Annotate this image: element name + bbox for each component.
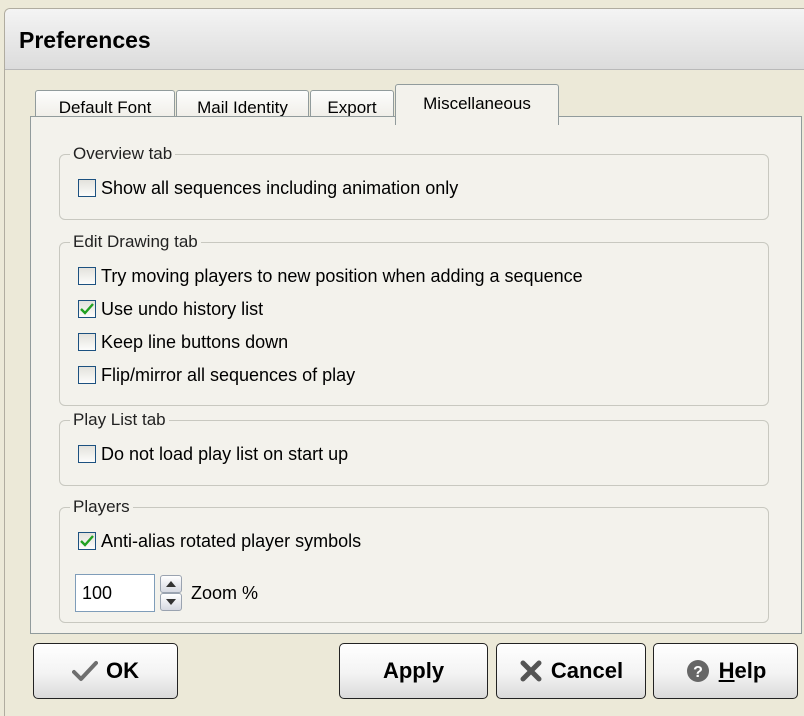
help-label: Help — [718, 658, 767, 683]
group-legend: Overview tab — [70, 144, 176, 164]
checkbox-keep-line-buttons[interactable]: Keep line buttons down — [78, 331, 288, 353]
group-edit-drawing: Edit Drawing tab Try moving players to n… — [59, 232, 769, 406]
apply-label: Apply — [382, 658, 445, 683]
spin-up-button[interactable] — [160, 575, 182, 593]
tab-miscellaneous[interactable]: Miscellaneous — [395, 84, 559, 126]
ok-button[interactable]: OK — [33, 643, 178, 699]
cancel-button[interactable]: Cancel — [496, 643, 646, 699]
group-legend: Edit Drawing tab — [70, 232, 201, 252]
group-legend: Players — [70, 497, 133, 517]
apply-button[interactable]: Apply — [339, 643, 488, 699]
chevron-down-icon — [166, 599, 176, 605]
checkbox-label: Try moving players to new position when … — [101, 265, 583, 286]
group-players: Players Anti-alias rotated player symbol… — [59, 497, 769, 623]
checkbox-do-not-load-play-list[interactable]: Do not load play list on start up — [78, 443, 348, 465]
title-bar[interactable]: Preferences — [5, 9, 804, 70]
checkbox-box[interactable] — [78, 445, 96, 463]
tab-label: Default Font — [58, 98, 152, 117]
checkbox-label: Show all sequences including animation o… — [101, 177, 459, 198]
checkbox-try-moving-players[interactable]: Try moving players to new position when … — [78, 265, 583, 287]
checkmark-icon — [80, 303, 94, 315]
zoom-stepper[interactable] — [160, 575, 182, 611]
miscellaneous-panel: Overview tab Show all sequences includin… — [30, 116, 802, 634]
tab-label: Mail Identity — [197, 98, 288, 117]
chevron-up-icon — [166, 581, 176, 587]
checkbox-label: Do not load play list on start up — [101, 443, 349, 464]
checkbox-box[interactable] — [78, 366, 96, 384]
ok-label: OK — [106, 658, 139, 683]
zoom-input[interactable] — [75, 574, 155, 612]
checkbox-label: Anti-alias rotated player symbols — [101, 530, 362, 551]
checkbox-anti-alias[interactable]: Anti-alias rotated player symbols — [78, 530, 361, 552]
x-cross-icon — [519, 659, 543, 683]
checkbox-box[interactable] — [78, 179, 96, 197]
tab-label: Miscellaneous — [423, 94, 531, 113]
window-title: Preferences — [19, 27, 151, 53]
checkbox-flip-mirror[interactable]: Flip/mirror all sequences of play — [78, 364, 355, 386]
group-legend: Play List tab — [70, 410, 169, 430]
checkmark-icon — [80, 535, 94, 547]
checkbox-box[interactable] — [78, 267, 96, 285]
checkbox-show-all-sequences[interactable]: Show all sequences including animation o… — [78, 177, 458, 199]
checkbox-use-undo-history[interactable]: Use undo history list — [78, 298, 263, 320]
question-icon: ? — [685, 658, 711, 684]
zoom-label: Zoom % — [191, 583, 259, 603]
group-overview: Overview tab Show all sequences includin… — [59, 144, 769, 220]
spin-down-button[interactable] — [160, 593, 182, 611]
help-button[interactable]: ? Help — [653, 643, 798, 699]
checkbox-box-checked[interactable] — [78, 300, 96, 318]
checkmark-icon — [72, 660, 98, 682]
svg-text:?: ? — [693, 664, 703, 681]
cancel-label: Cancel — [550, 658, 624, 683]
checkbox-box-checked[interactable] — [78, 532, 96, 550]
checkbox-label: Keep line buttons down — [101, 331, 289, 352]
tab-label: Export — [327, 98, 377, 117]
group-play-list: Play List tab Do not load play list on s… — [59, 410, 769, 486]
checkbox-label: Use undo history list — [101, 298, 264, 319]
preferences-dialog: Preferences Default Font Mail Identity E… — [4, 8, 804, 716]
checkbox-box[interactable] — [78, 333, 96, 351]
checkbox-label: Flip/mirror all sequences of play — [101, 364, 356, 385]
